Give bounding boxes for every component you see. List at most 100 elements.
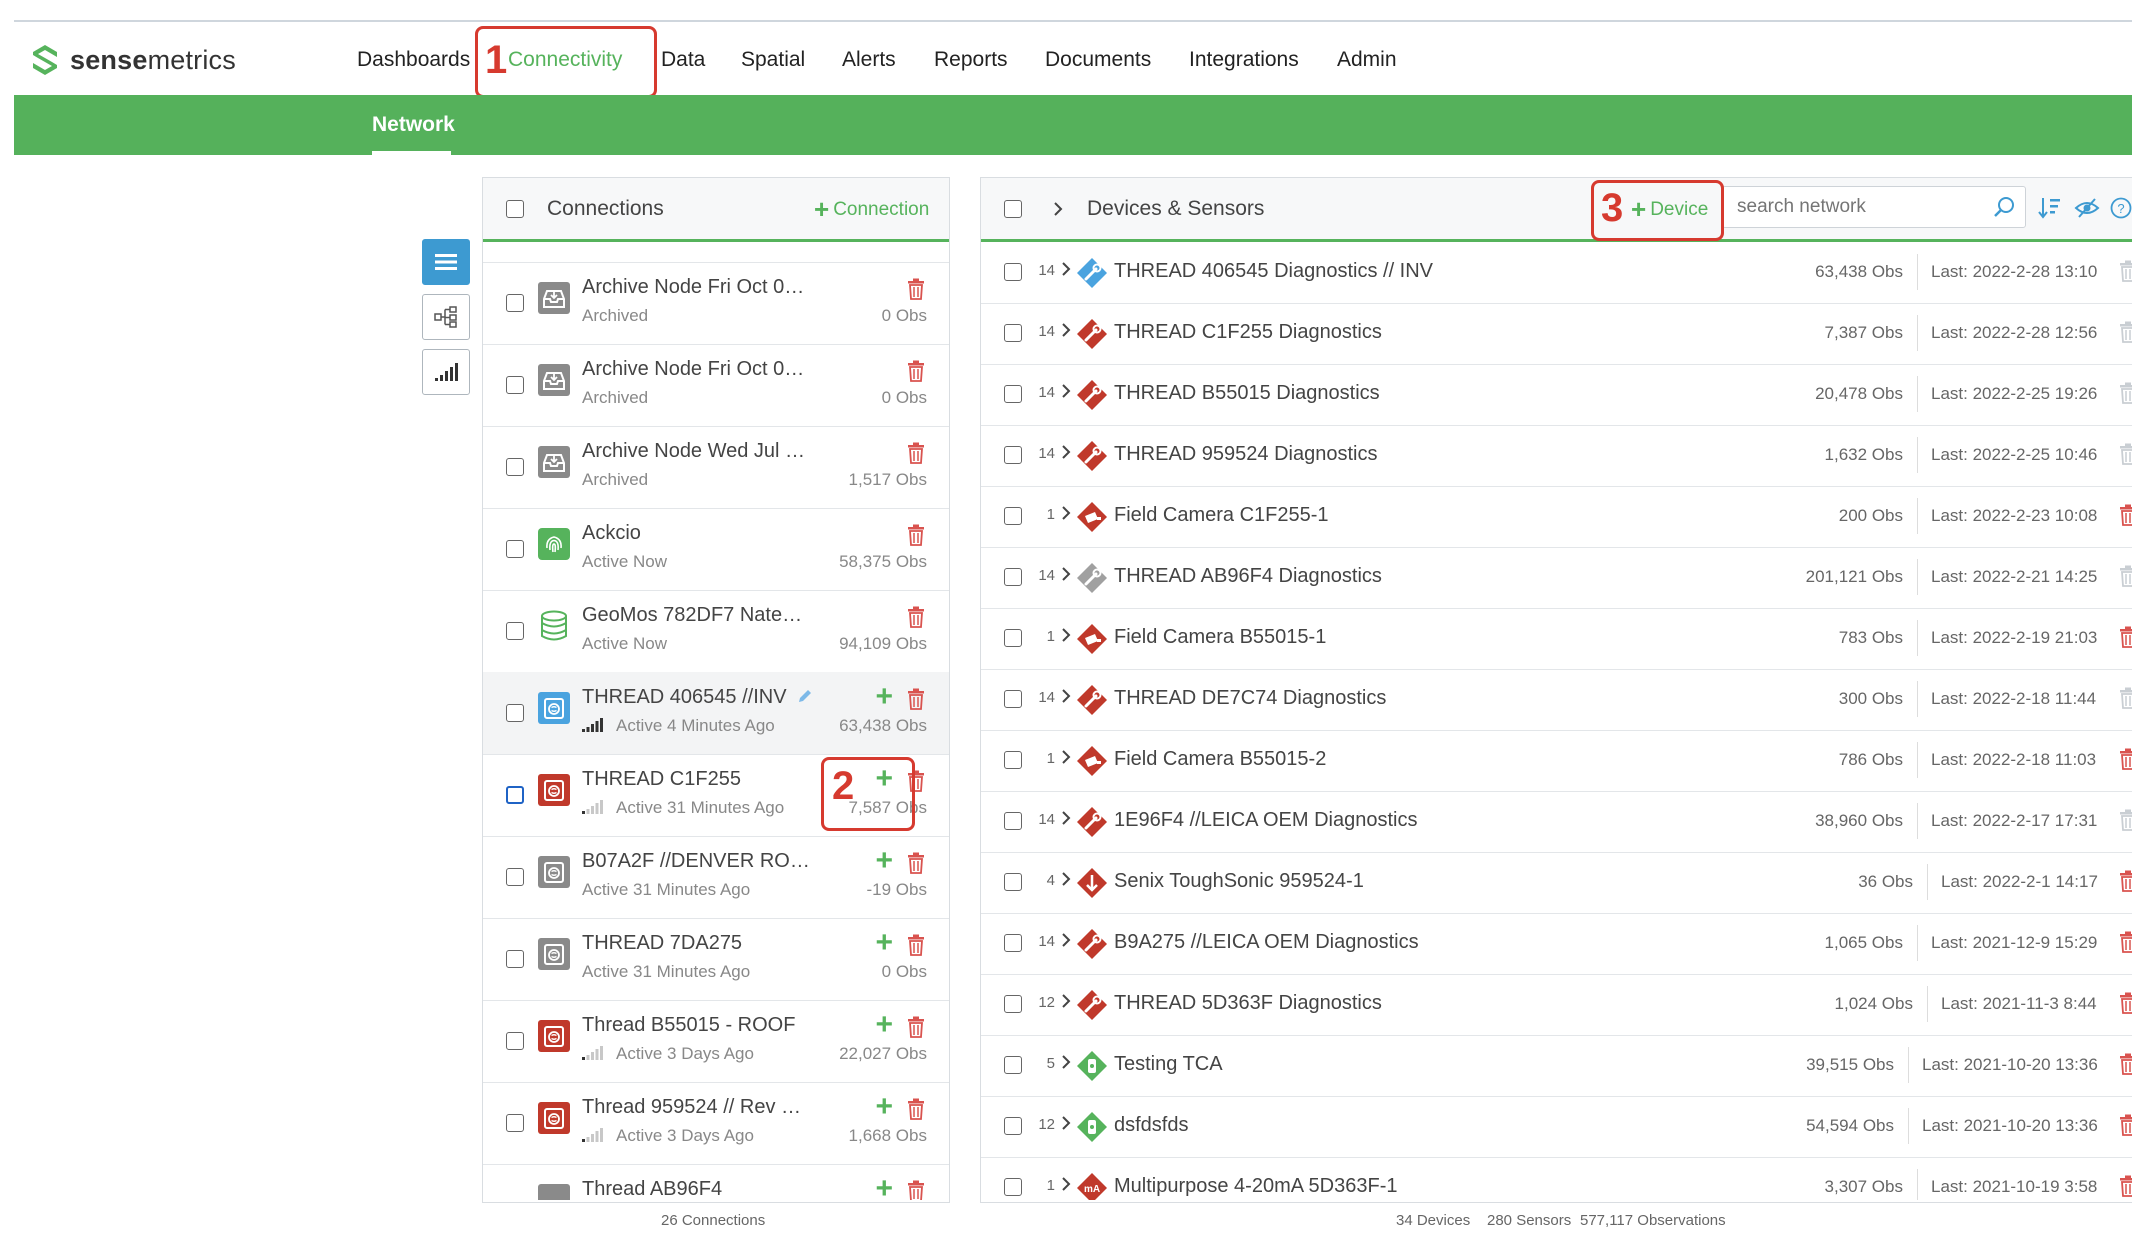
connection-name[interactable]: THREAD C1F255	[582, 768, 741, 791]
device-checkbox[interactable]	[1004, 690, 1022, 708]
device-name[interactable]: dsfdsfds	[1114, 1114, 1188, 1137]
delete-connection-button[interactable]	[907, 360, 925, 387]
connection-row[interactable]: Thread 959524 // Rev … Active 3 Days Ago 1…	[483, 1082, 949, 1165]
delete-device-button[interactable]	[2119, 504, 2132, 531]
add-device-to-connection-button[interactable]: +	[875, 928, 893, 958]
device-name[interactable]: THREAD DE7C74 Diagnostics	[1114, 687, 1386, 710]
device-name[interactable]: Field Camera B55015-1	[1114, 626, 1326, 649]
trash-icon[interactable]	[2119, 443, 2132, 465]
connection-row[interactable]: THREAD 406545 //INV Active 4 Minutes Ago 6…	[483, 672, 949, 755]
expand-chevron-icon[interactable]	[1060, 1176, 1072, 1192]
connection-row[interactable]: THREAD 7DA275 Active 31 Minutes Ago 0 Obs +	[483, 918, 949, 1001]
chevron-right-icon[interactable]	[1052, 201, 1064, 217]
device-checkbox[interactable]	[1004, 1178, 1022, 1196]
connections-select-all-checkbox[interactable]	[506, 200, 524, 218]
delete-device-button[interactable]	[2119, 870, 2132, 897]
signal-view-button[interactable]	[422, 349, 470, 395]
delete-device-button[interactable]	[2119, 382, 2132, 409]
nav-integrations[interactable]: Integrations	[1189, 40, 1299, 80]
trash-icon[interactable]	[2119, 809, 2132, 831]
device-name[interactable]: B9A275 //LEICA OEM Diagnostics	[1114, 931, 1419, 954]
expand-chevron-icon[interactable]	[1060, 871, 1072, 887]
expand-chevron-icon[interactable]	[1060, 505, 1072, 521]
trash-icon[interactable]	[907, 1016, 925, 1038]
device-row[interactable]: 12 dsfdsfds 54,594 Obs Last: 2021-10-20 13:…	[981, 1096, 2132, 1158]
device-name[interactable]: THREAD B55015 Diagnostics	[1114, 382, 1380, 405]
connection-row[interactable]: Archive Node Fri Oct 0… Archived 0 Obs	[483, 262, 949, 345]
delete-connection-button[interactable]	[907, 278, 925, 305]
device-name[interactable]: THREAD C1F255 Diagnostics	[1114, 321, 1382, 344]
search-network-box[interactable]	[1722, 186, 2026, 228]
connection-checkbox[interactable]	[506, 376, 524, 394]
delete-connection-button[interactable]	[907, 1016, 925, 1043]
device-row[interactable]: 14 THREAD B55015 Diagnostics 20,478 Obs Las…	[981, 364, 2132, 426]
trash-icon[interactable]	[2119, 626, 2132, 648]
device-row[interactable]: 14 1E96F4 //LEICA OEM Diagnostics 38,960 O…	[981, 791, 2132, 853]
device-row[interactable]: 14 THREAD 959524 Diagnostics 1,632 Obs Last…	[981, 425, 2132, 487]
trash-icon[interactable]	[907, 1098, 925, 1120]
expand-chevron-icon[interactable]	[1060, 688, 1072, 704]
trash-icon[interactable]	[907, 606, 925, 628]
connection-checkbox[interactable]	[506, 540, 524, 558]
connection-checkbox[interactable]	[506, 786, 524, 804]
connection-checkbox[interactable]	[506, 950, 524, 968]
connection-checkbox[interactable]	[506, 294, 524, 312]
add-device-to-connection-button[interactable]: +	[875, 1174, 893, 1201]
connection-row[interactable]: Ackcio Active Now 58,375 Obs	[483, 508, 949, 591]
connection-row[interactable]: Archive Node Wed Jul … Archived 1,517 Obs	[483, 426, 949, 509]
device-name[interactable]: Senix ToughSonic 959524-1	[1114, 870, 1364, 893]
delete-device-button[interactable]	[2119, 565, 2132, 592]
expand-chevron-icon[interactable]	[1060, 1054, 1072, 1070]
connection-row[interactable]: Thread B55015 - ROOF Active 3 Days Ago 22,…	[483, 1000, 949, 1083]
trash-icon[interactable]	[2119, 382, 2132, 404]
delete-device-button[interactable]	[2119, 1114, 2132, 1141]
subnav-network[interactable]: Network	[372, 95, 455, 155]
trash-icon[interactable]	[2119, 992, 2132, 1014]
device-name[interactable]: Testing TCA	[1114, 1053, 1223, 1076]
trash-icon[interactable]	[2119, 1175, 2132, 1197]
delete-device-button[interactable]	[2119, 260, 2132, 287]
nav-alerts[interactable]: Alerts	[842, 40, 896, 80]
device-checkbox[interactable]	[1004, 263, 1022, 281]
search-icon[interactable]	[1993, 196, 2015, 218]
trash-icon[interactable]	[2119, 504, 2132, 526]
device-checkbox[interactable]	[1004, 934, 1022, 952]
expand-chevron-icon[interactable]	[1060, 932, 1072, 948]
delete-connection-button[interactable]	[907, 1180, 925, 1200]
add-device-to-connection-button[interactable]: +	[875, 682, 893, 712]
device-checkbox[interactable]	[1004, 751, 1022, 769]
device-row[interactable]: 14 THREAD C1F255 Diagnostics 7,387 Obs Last…	[981, 303, 2132, 365]
expand-chevron-icon[interactable]	[1060, 261, 1072, 277]
device-checkbox[interactable]	[1004, 995, 1022, 1013]
trash-icon[interactable]	[2119, 748, 2132, 770]
trash-icon[interactable]	[2119, 260, 2132, 282]
delete-connection-button[interactable]	[907, 606, 925, 633]
connection-name[interactable]: Archive Node Fri Oct 0…	[582, 358, 804, 381]
expand-chevron-icon[interactable]	[1060, 749, 1072, 765]
device-checkbox[interactable]	[1004, 812, 1022, 830]
connections-list[interactable]: Archived0 ObsArchive Node Fri Oct 0…Arch…	[483, 242, 949, 1200]
device-row[interactable]: 1 mA Multipurpose 4-20mA 5D363F-1 3,307 Obs…	[981, 1157, 2132, 1200]
connection-row[interactable]: GeoMos 782DF7 Nate… Active Now 94,109 Obs	[483, 590, 949, 673]
device-row[interactable]: 14 THREAD 406545 Diagnostics // INV 63,438…	[981, 242, 2132, 304]
device-checkbox[interactable]	[1004, 507, 1022, 525]
delete-connection-button[interactable]	[907, 442, 925, 469]
connection-name[interactable]: Ackcio	[582, 522, 641, 545]
delete-device-button[interactable]	[2119, 748, 2132, 775]
help-icon[interactable]: ?	[2110, 197, 2132, 219]
device-name[interactable]: THREAD AB96F4 Diagnostics	[1114, 565, 1382, 588]
expand-chevron-icon[interactable]	[1060, 322, 1072, 338]
connection-name[interactable]: THREAD 406545 //INV	[582, 686, 787, 709]
device-checkbox[interactable]	[1004, 324, 1022, 342]
connection-name[interactable]: Thread AB96F4	[582, 1178, 722, 1200]
delete-device-button[interactable]	[2119, 626, 2132, 653]
device-row[interactable]: 1 Field Camera B55015-1 783 Obs Last: 2022-…	[981, 608, 2132, 670]
trash-icon[interactable]	[2119, 321, 2132, 343]
delete-device-button[interactable]	[2119, 931, 2132, 958]
edit-pencil-icon[interactable]	[797, 688, 813, 704]
expand-chevron-icon[interactable]	[1060, 993, 1072, 1009]
connection-checkbox[interactable]	[506, 1114, 524, 1132]
sensemetrics-logo[interactable]: sensemetrics	[30, 42, 236, 78]
connection-row[interactable]: B07A2F //DENVER RO… Active 31 Minutes Ago…	[483, 836, 949, 919]
connection-name[interactable]: Archive Node Wed Jul …	[582, 440, 805, 463]
